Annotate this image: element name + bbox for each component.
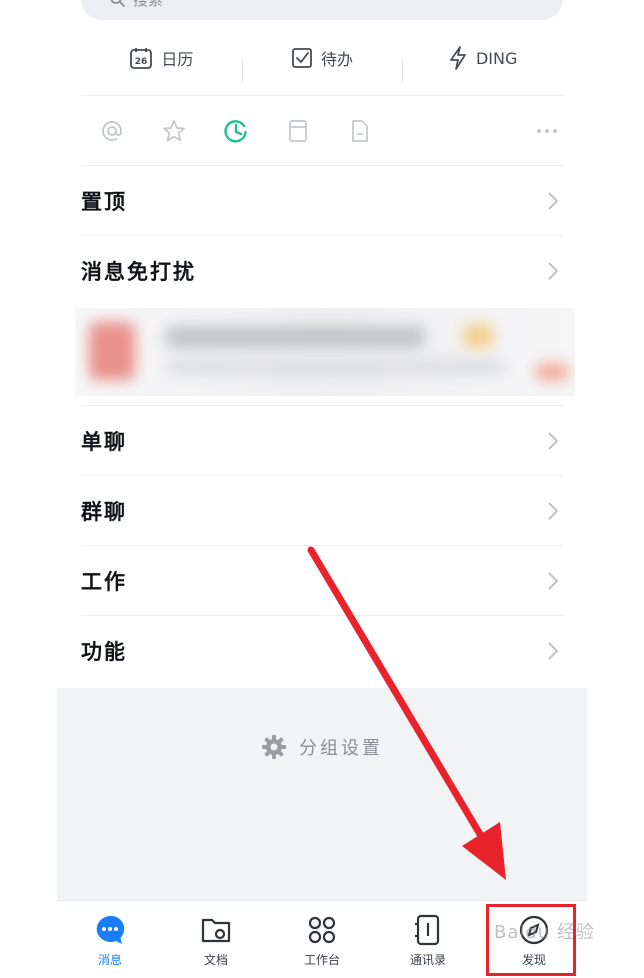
contacts-book-icon — [411, 913, 445, 947]
search-bar[interactable]: 搜索 — [81, 0, 563, 20]
quick-actions: 26 日历 待办 DING — [81, 34, 563, 82]
menu-item-work[interactable]: 工作 — [81, 546, 563, 616]
filter-recent[interactable] — [205, 108, 267, 154]
chevron-right-icon — [543, 571, 563, 591]
todo-check-icon — [292, 48, 312, 68]
filter-archive[interactable] — [267, 108, 329, 154]
calendar-day: 26 — [135, 57, 148, 67]
tab-documents[interactable]: 文档 — [163, 901, 269, 978]
compass-icon — [517, 913, 551, 947]
menu-label-pinned: 置顶 — [81, 188, 127, 214]
menu-item-single-chat[interactable]: 单聊 — [81, 406, 563, 476]
at-mention-icon — [102, 121, 122, 141]
tab-label: 工作台 — [303, 953, 340, 967]
chevron-right-icon — [543, 261, 563, 281]
right-margin — [587, 0, 644, 978]
content-panel: 搜索 26 日历 待办 DING — [57, 0, 587, 688]
workbench-grid-icon — [305, 913, 339, 947]
search-icon — [110, 0, 125, 7]
message-bubble-icon — [93, 913, 127, 947]
more-dots-icon[interactable] — [537, 129, 563, 133]
chevron-right-icon — [543, 191, 563, 211]
tab-contacts[interactable]: 通讯录 — [375, 901, 481, 978]
menu-label-function: 功能 — [81, 639, 127, 664]
archive-box-icon — [289, 120, 307, 142]
chevron-right-icon — [543, 431, 563, 451]
folder-icon — [199, 913, 233, 947]
menu-item-dnd[interactable]: 消息免打扰 — [81, 236, 563, 306]
divider — [81, 405, 563, 406]
tab-label: 发现 — [521, 953, 546, 967]
calendar-icon: 26 — [130, 48, 153, 69]
lightning-icon — [450, 46, 466, 70]
tab-discover[interactable]: 发现 — [481, 901, 587, 978]
quick-todo[interactable]: 待办 — [241, 46, 403, 82]
chevron-right-icon — [543, 641, 563, 661]
filter-document[interactable] — [329, 108, 391, 154]
blurred-conversation — [75, 308, 575, 396]
quick-ding[interactable]: DING — [402, 46, 563, 82]
menu-label-work: 工作 — [81, 568, 127, 594]
tab-workbench[interactable]: 工作台 — [269, 901, 375, 978]
left-margin — [0, 0, 57, 978]
star-icon — [163, 120, 185, 142]
filter-at[interactable] — [81, 108, 143, 154]
chevron-right-icon — [543, 501, 563, 521]
tab-messages[interactable]: 消息 — [57, 901, 163, 978]
menu-item-pinned[interactable]: 置顶 — [81, 166, 563, 236]
tab-label: 消息 — [97, 953, 122, 967]
search-placeholder: 搜索 — [133, 0, 163, 10]
menu-item-group-chat[interactable]: 群聊 — [81, 476, 563, 546]
phone-screen: 搜索 26 日历 待办 DING — [57, 0, 587, 978]
filter-star[interactable] — [143, 108, 205, 154]
divider — [81, 95, 563, 96]
clock-icon — [224, 120, 247, 143]
menu-label-dnd: 消息免打扰 — [81, 259, 196, 284]
menu-label-single-chat: 单聊 — [81, 428, 127, 454]
group-settings-button[interactable]: 分组设置 — [57, 730, 587, 764]
bottom-tab-bar: 消息 文档 工作台 通讯录 发现 — [57, 900, 587, 978]
calendar-label: 日历 — [161, 50, 194, 69]
menu-label-group-chat: 群聊 — [81, 498, 127, 524]
tab-label: 通讯录 — [409, 953, 446, 967]
todo-label: 待办 — [321, 50, 354, 69]
filter-row — [81, 108, 563, 154]
menu-item-function[interactable]: 功能 — [81, 616, 563, 686]
gear-icon — [262, 735, 286, 759]
document-icon — [352, 120, 368, 142]
ding-label: DING — [475, 48, 518, 68]
group-settings-label: 分组设置 — [299, 738, 383, 759]
tab-label: 文档 — [203, 953, 228, 967]
quick-calendar[interactable]: 26 日历 — [81, 46, 242, 70]
